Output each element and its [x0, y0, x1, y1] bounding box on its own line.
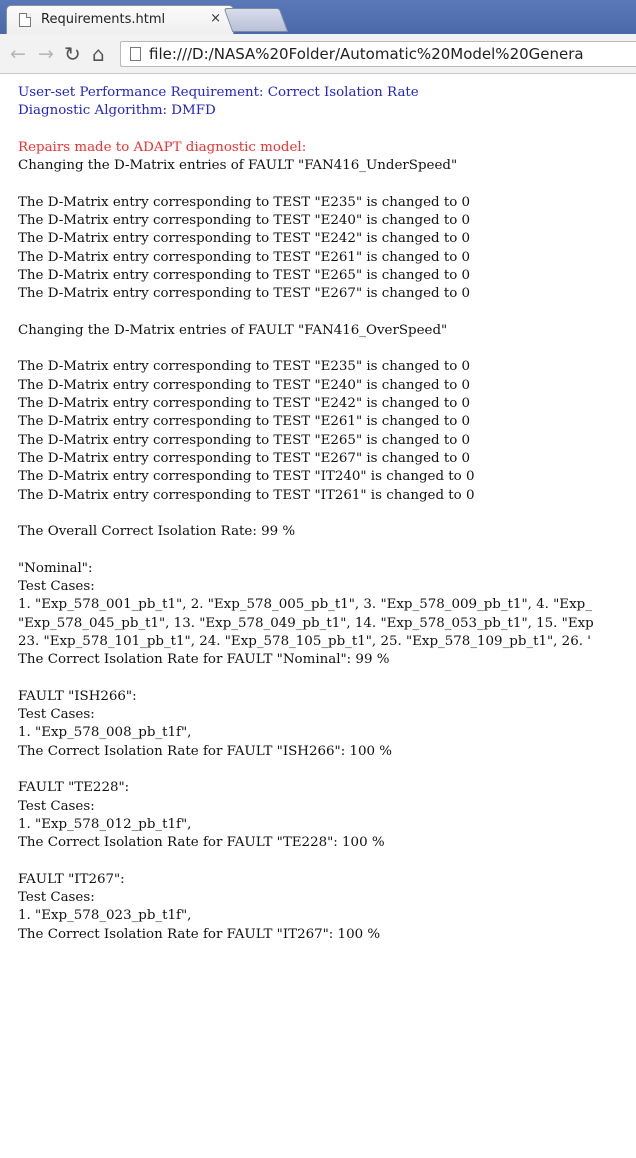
test-case-item: 1. "Exp_578_023_pb_t1f", — [18, 908, 192, 924]
nominal-heading: "Nominal": — [18, 560, 93, 576]
test-cases-label: Test Cases: — [18, 707, 95, 723]
fault-heading: FAULT "IT267": — [18, 871, 125, 887]
dmatrix-change-line: The D-Matrix entry corresponding to TEST… — [18, 249, 471, 265]
test-cases-label: Test Cases: — [18, 579, 95, 595]
dmatrix-change-line: The D-Matrix entry corresponding to TEST… — [18, 267, 471, 283]
test-case-item: 1. "Exp_578_012_pb_t1f", — [18, 816, 192, 832]
test-case-list-line: "Exp_578_045_pb_t1", 13. "Exp_578_049_pb… — [18, 615, 594, 631]
dmatrix-change-line: The D-Matrix entry corresponding to TEST… — [18, 396, 471, 412]
repairs-heading: Repairs made to ADAPT diagnostic model: — [18, 139, 307, 155]
dmatrix-change-line: The D-Matrix entry corresponding to TEST… — [18, 414, 471, 430]
reload-icon[interactable]: ↻ — [64, 42, 81, 66]
tab-title: Requirements.html — [41, 12, 166, 27]
page-icon — [130, 47, 141, 61]
fault-heading: FAULT "ISH266": — [18, 688, 137, 704]
dmatrix-change-line: The D-Matrix entry corresponding to TEST… — [18, 487, 475, 503]
dmatrix-change-line: The D-Matrix entry corresponding to TEST… — [18, 432, 471, 448]
test-case-list-line: 23. "Exp_578_101_pb_t1", 24. "Exp_578_10… — [18, 633, 591, 649]
underspeed-heading: Changing the D-Matrix entries of FAULT "… — [18, 158, 458, 174]
page-content: User-set Performance Requirement: Correc… — [0, 74, 636, 1158]
url-text: file:///D:/NASA%20Folder/Automatic%20Mod… — [149, 45, 584, 63]
nominal-isolation-rate: The Correct Isolation Rate for FAULT "No… — [18, 652, 390, 668]
browser-tab[interactable]: Requirements.html × — [6, 5, 234, 34]
dmatrix-change-line: The D-Matrix entry corresponding to TEST… — [18, 213, 471, 229]
dmatrix-change-line: The D-Matrix entry corresponding to TEST… — [18, 469, 475, 485]
performance-requirement: User-set Performance Requirement: Correc… — [18, 85, 419, 100]
fault-isolation-rate: The Correct Isolation Rate for FAULT "TE… — [18, 835, 385, 851]
dmatrix-change-line: The D-Matrix entry corresponding to TEST… — [18, 194, 471, 210]
test-case-item: 1. "Exp_578_008_pb_t1f", — [18, 725, 192, 741]
fault-isolation-rate: The Correct Isolation Rate for FAULT "IS… — [18, 743, 393, 759]
browser-toolbar: ← → ↻ ⌂ file:///D:/NASA%20Folder/Automat… — [0, 34, 636, 74]
fault-isolation-rate: The Correct Isolation Rate for FAULT "IT… — [18, 926, 381, 942]
fault-heading: FAULT "TE228": — [18, 780, 130, 796]
dmatrix-change-line: The D-Matrix entry corresponding to TEST… — [18, 377, 471, 393]
dmatrix-change-line: The D-Matrix entry corresponding to TEST… — [18, 359, 471, 375]
test-case-list-line: 1. "Exp_578_001_pb_t1", 2. "Exp_578_005_… — [18, 597, 592, 613]
test-cases-label: Test Cases: — [18, 890, 95, 906]
overspeed-heading: Changing the D-Matrix entries of FAULT "… — [18, 322, 448, 338]
diagnostic-algorithm: Diagnostic Algorithm: DMFD — [18, 103, 216, 119]
back-arrow-icon[interactable]: ← — [10, 42, 26, 66]
dmatrix-change-line: The D-Matrix entry corresponding to TEST… — [18, 231, 471, 247]
overall-isolation-rate: The Overall Correct Isolation Rate: 99 % — [18, 524, 296, 540]
address-bar[interactable]: file:///D:/NASA%20Folder/Automatic%20Mod… — [120, 41, 636, 67]
test-cases-label: Test Cases: — [18, 798, 95, 814]
dmatrix-change-line: The D-Matrix entry corresponding to TEST… — [18, 450, 471, 466]
forward-arrow-icon[interactable]: → — [38, 42, 54, 66]
new-tab-button[interactable] — [223, 8, 289, 32]
page-icon — [19, 13, 31, 27]
close-tab-icon[interactable]: × — [210, 11, 221, 26]
browser-tab-strip: Requirements.html × — [0, 0, 636, 34]
home-icon[interactable]: ⌂ — [92, 42, 105, 66]
dmatrix-change-line: The D-Matrix entry corresponding to TEST… — [18, 286, 471, 302]
